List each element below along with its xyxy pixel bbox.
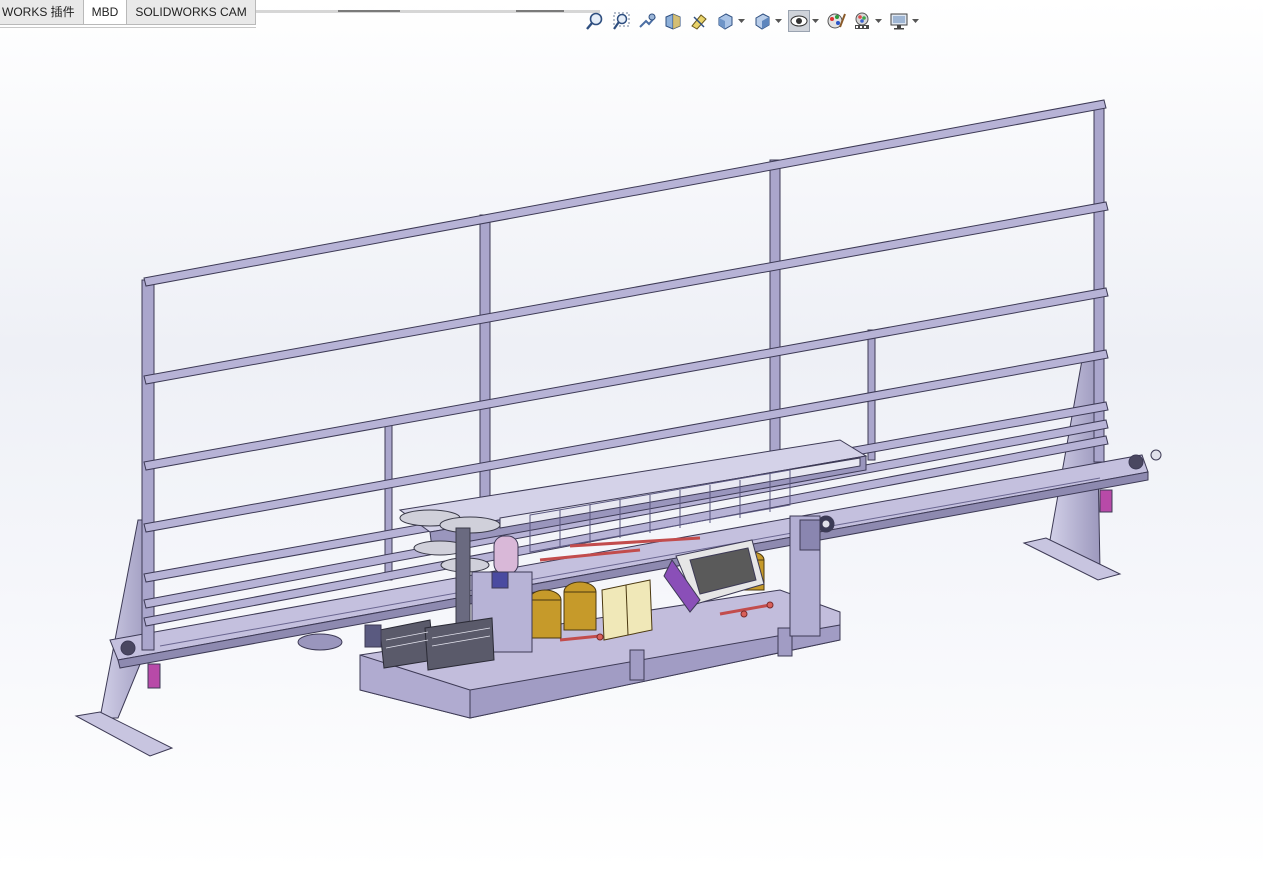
view-settings-caret-icon[interactable] bbox=[911, 10, 919, 32]
section-view-icon[interactable] bbox=[662, 10, 684, 32]
dynamic-annotation-views-icon[interactable] bbox=[688, 10, 710, 32]
previous-view-icon[interactable] bbox=[636, 10, 658, 32]
tab-solidworks-addins[interactable]: WORKS 插件 bbox=[0, 0, 84, 25]
cad-model-glass-edging-machine bbox=[74, 99, 1162, 757]
hide-show-items-icon[interactable] bbox=[788, 10, 810, 32]
view-settings-icon[interactable] bbox=[888, 10, 910, 32]
tab-solidworks-cam[interactable]: SOLIDWORKS CAM bbox=[127, 0, 256, 25]
view-orientation-caret-icon[interactable] bbox=[737, 10, 745, 32]
display-style-icon[interactable] bbox=[751, 10, 773, 32]
apply-scene-caret-icon[interactable] bbox=[874, 10, 882, 32]
display-style-caret-icon[interactable] bbox=[774, 10, 782, 32]
zoom-to-fit-icon[interactable] bbox=[584, 10, 606, 32]
apply-scene-icon[interactable] bbox=[851, 10, 873, 32]
zoom-to-area-icon[interactable] bbox=[610, 10, 632, 32]
tab-mbd[interactable]: MBD bbox=[83, 0, 128, 25]
heads-up-view-toolbar bbox=[584, 8, 925, 34]
hide-show-caret-icon[interactable] bbox=[811, 10, 819, 32]
command-manager-tabs: WORKS 插件 MBD SOLIDWORKS CAM bbox=[0, 0, 256, 28]
view-orientation-icon[interactable] bbox=[714, 10, 736, 32]
edit-appearance-icon[interactable] bbox=[825, 10, 847, 32]
graphics-area[interactable] bbox=[0, 34, 1263, 870]
